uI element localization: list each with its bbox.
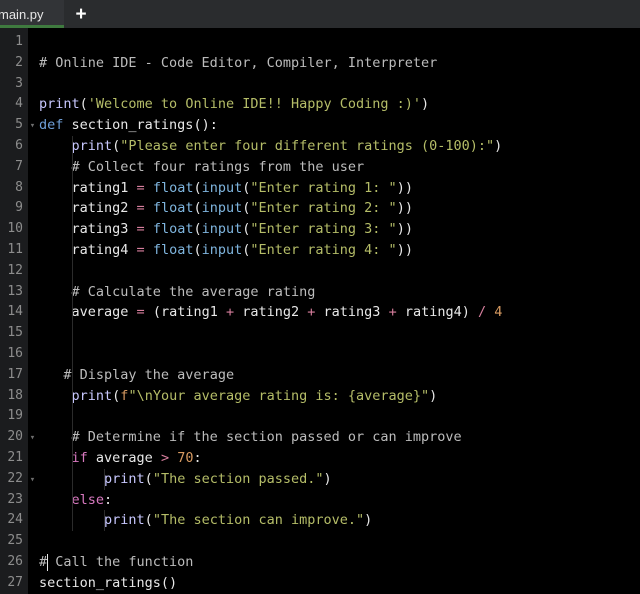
- line-number: 24: [7, 512, 23, 528]
- line-number: 3: [15, 75, 23, 91]
- line-number: 14: [7, 304, 23, 320]
- code-line[interactable]: # Call the function: [39, 552, 640, 573]
- code-line[interactable]: print("The section passed."): [39, 469, 640, 490]
- line-number: 21: [7, 449, 23, 465]
- line-number: 6: [15, 137, 23, 153]
- new-tab-button[interactable]: +: [64, 0, 98, 28]
- line-number: 13: [7, 283, 23, 299]
- line-number: 27: [7, 574, 23, 590]
- indent-guide: [71, 136, 73, 532]
- line-number: 19: [7, 408, 23, 424]
- line-number: 10: [7, 221, 23, 237]
- tab-main-py[interactable]: main.py: [0, 0, 64, 28]
- code-line[interactable]: [39, 32, 640, 53]
- code-line[interactable]: # Calculate the average rating: [39, 282, 640, 303]
- line-number: 8: [15, 179, 23, 195]
- line-number: 20: [7, 429, 23, 445]
- indent-guide: [104, 468, 106, 490]
- code-line[interactable]: # Collect four ratings from the user: [39, 157, 640, 178]
- fold-toggle-icon[interactable]: ▾: [28, 115, 37, 136]
- text-caret: [47, 554, 49, 571]
- code-line[interactable]: rating1 = float(input("Enter rating 1: "…: [39, 178, 640, 199]
- fold-toggle-icon[interactable]: ▾: [28, 427, 37, 448]
- line-number: 1: [15, 34, 23, 49]
- line-number: 2: [15, 54, 23, 70]
- code-line[interactable]: [39, 74, 640, 95]
- code-fold-column[interactable]: ▾ ▾ ▾: [28, 28, 37, 594]
- code-line[interactable]: rating3 = float(input("Enter rating 3: "…: [39, 219, 640, 240]
- code-line[interactable]: # Determine if the section passed or can…: [39, 427, 640, 448]
- code-line[interactable]: # Online IDE - Code Editor, Compiler, In…: [39, 53, 640, 74]
- line-number: 11: [7, 241, 23, 257]
- code-line[interactable]: print('Welcome to Online IDE!! Happy Cod…: [39, 94, 640, 115]
- code-line[interactable]: rating4 = float(input("Enter rating 4: "…: [39, 240, 640, 261]
- line-number: 22: [7, 470, 23, 486]
- code-line[interactable]: print("The section can improve."): [39, 510, 640, 531]
- line-number: 16: [7, 345, 23, 361]
- code-line[interactable]: else:: [39, 490, 640, 511]
- line-number: 25: [7, 533, 23, 549]
- tab-bar: main.py +: [0, 0, 640, 28]
- line-number: 17: [7, 366, 23, 382]
- indent-guide: [104, 510, 106, 532]
- code-line[interactable]: def section_ratings():: [39, 115, 640, 136]
- fold-toggle-icon[interactable]: ▾: [28, 469, 37, 490]
- code-line[interactable]: print(f"\nYour average rating is: {avera…: [39, 386, 640, 407]
- code-line[interactable]: [39, 323, 640, 344]
- code-line[interactable]: [39, 261, 640, 282]
- code-editor[interactable]: 1 2 3 4 5 6 7 8 9 10 11 12 13 14 15 16 17 18 19 20 21 22 23 24 2…: [0, 28, 640, 594]
- tab-bar-empty-space: [98, 0, 640, 28]
- line-number-gutter: 1 2 3 4 5 6 7 8 9 10 11 12 13 14 15 16 17 18 19 20 21 22 23 24 2…: [0, 28, 28, 594]
- line-number: 18: [7, 387, 23, 403]
- line-number: 9: [15, 200, 23, 216]
- code-line[interactable]: rating2 = float(input("Enter rating 2: "…: [39, 198, 640, 219]
- line-number: 26: [7, 553, 23, 569]
- code-line[interactable]: average = (rating1 + rating2 + rating3 +…: [39, 302, 640, 323]
- tab-label: main.py: [0, 6, 44, 22]
- line-number: 5: [15, 117, 23, 133]
- code-content-area[interactable]: # Online IDE - Code Editor, Compiler, In…: [37, 28, 640, 594]
- code-line[interactable]: # Display the average: [39, 365, 640, 386]
- line-number: 12: [7, 262, 23, 278]
- line-number: 23: [7, 491, 23, 507]
- code-line[interactable]: print("Please enter four different ratin…: [39, 136, 640, 157]
- code-line[interactable]: [39, 531, 640, 552]
- code-line[interactable]: [39, 406, 640, 427]
- code-line[interactable]: [39, 344, 640, 365]
- line-number: 4: [15, 96, 23, 112]
- line-number: 15: [7, 325, 23, 341]
- line-number: 7: [15, 158, 23, 174]
- code-line[interactable]: section_ratings(): [39, 573, 640, 594]
- code-line[interactable]: if average > 70:: [39, 448, 640, 469]
